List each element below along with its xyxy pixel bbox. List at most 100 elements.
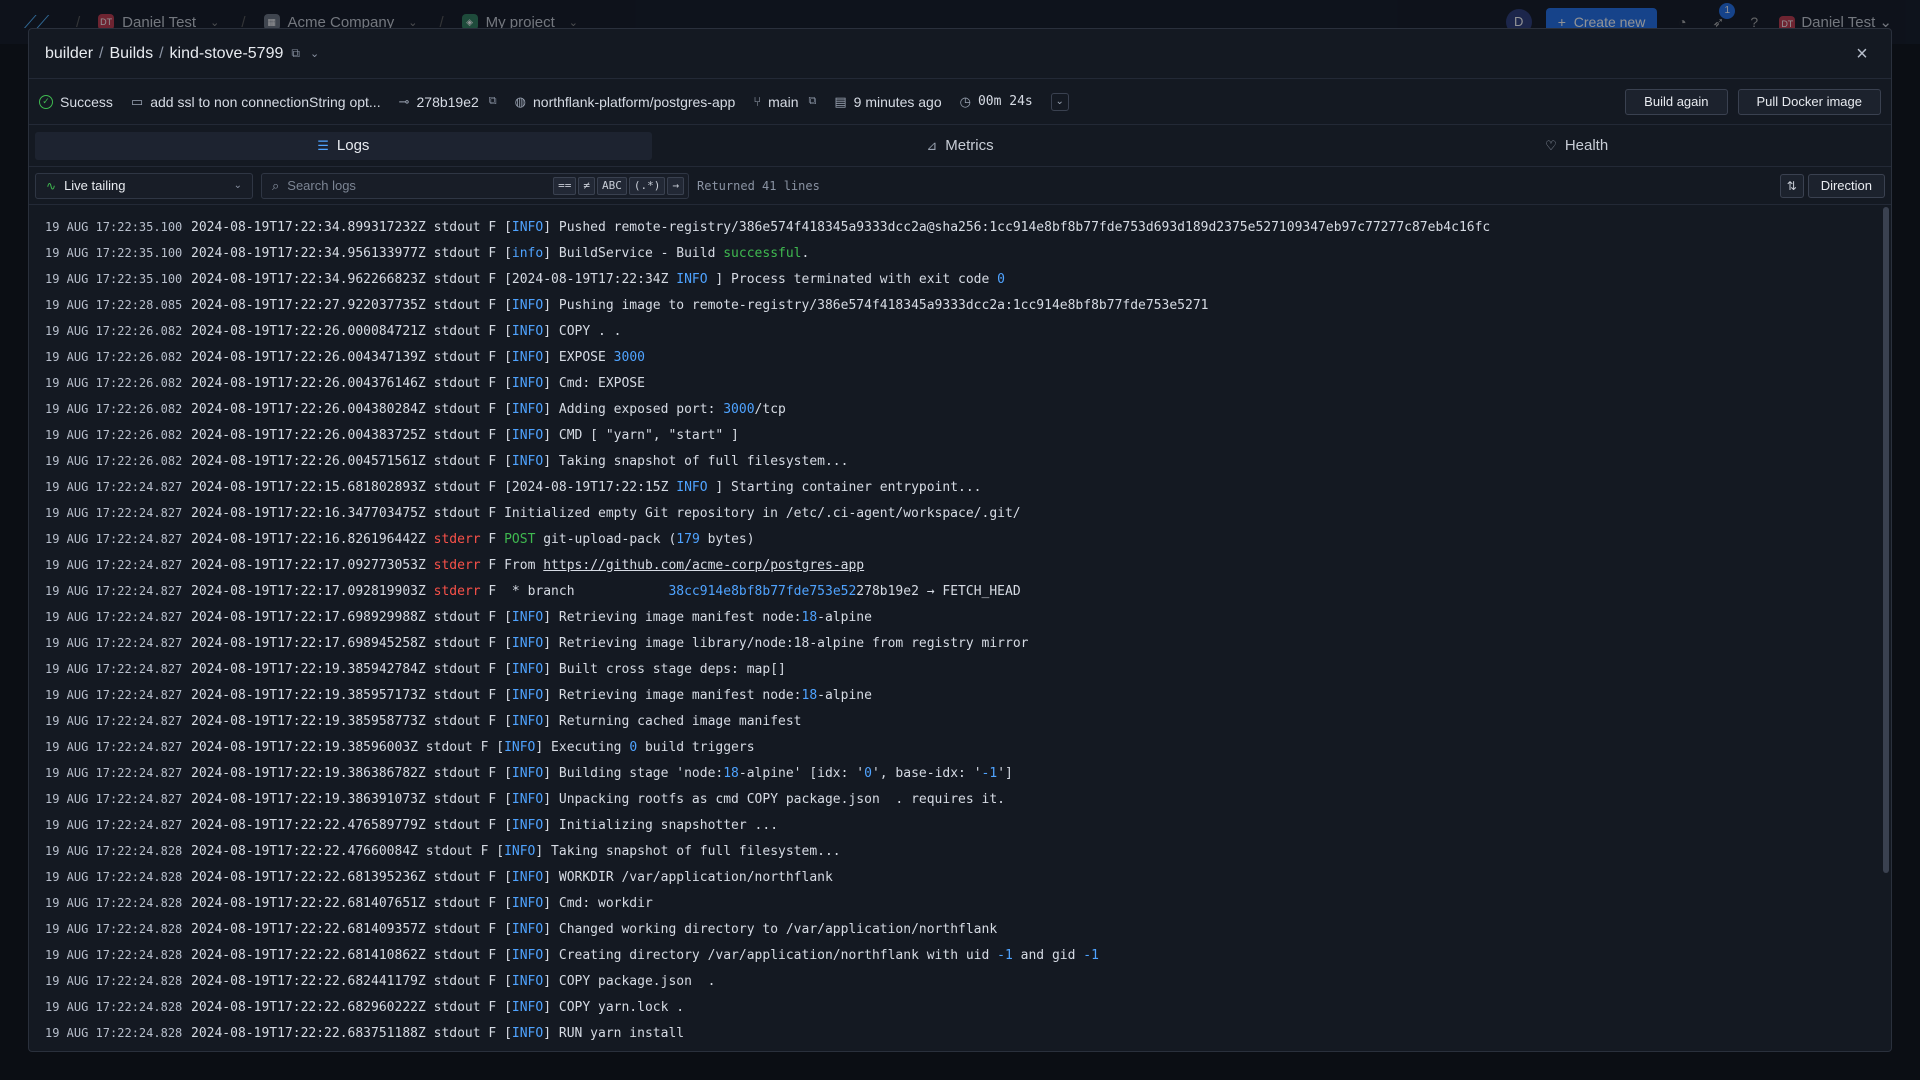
pull-docker-image-button[interactable]: Pull Docker image [1737,88,1881,115]
tab-health[interactable]: ♡ Health [1268,132,1885,160]
log-row: 19 AUG 17:22:24.827 2024-08-19T17:22:19.3… [29,656,1879,682]
log-text: 0 [629,739,638,755]
repository[interactable]: ◍ northflank-platform/postgres-app [515,94,736,110]
breadcrumb-builder[interactable]: builder [45,45,93,62]
log-output: 19 AUG 17:22:35.100 2024-08-19T17:22:34.8… [29,207,1879,1051]
log-text: 2024-08-19T17:22:26.004376146Z stdout F … [191,375,512,391]
tab-logs[interactable]: ☰ Logs [35,131,652,160]
log-text: stderr [433,557,481,573]
direction-button[interactable]: Direction [1807,173,1885,198]
log-row: 19 AUG 17:22:26.082 2024-08-19T17:22:26.0… [29,448,1879,474]
scrollbar[interactable] [1883,207,1889,873]
build-duration: ◷ 00m 24s [960,94,1033,110]
log-message: 2024-08-19T17:22:34.962266823Z stdout F … [191,272,1005,287]
tab-metrics-label: Metrics [945,137,994,154]
log-text: 38cc914e8bf8b77fde753e52 [668,583,857,599]
log-text: 2024-08-19T17:22:19.385958773Z stdout F … [191,713,512,729]
chevron-down-icon: ⌄ [210,16,220,29]
repository-text: northflank-platform/postgres-app [533,93,736,110]
log-timestamp: 19 AUG 17:22:24.827 [45,610,183,624]
log-text: 18 [801,609,818,625]
copy-icon[interactable]: ⧉ [809,95,817,108]
log-text: 179 [676,531,700,547]
log-text: ] Process terminated with exit code [707,271,998,287]
log-timestamp: 19 AUG 17:22:24.827 [45,792,183,806]
log-row: 19 AUG 17:22:24.827 2024-08-19T17:22:22.4… [29,812,1879,838]
log-text: ] COPY package.json . [543,973,716,989]
log-text: INFO [511,869,544,885]
log-text: 2024-08-19T17:22:34.956133977Z stdout F … [191,245,512,261]
regex-toggle[interactable]: (.*) [628,176,666,195]
log-timestamp: 19 AUG 17:22:26.082 [45,454,183,468]
breadcrumb: builder / Builds / kind-stove-5799 [45,45,283,63]
match-equal-toggle[interactable]: == [553,176,577,195]
arrow-right-icon[interactable]: → [667,176,684,195]
sort-icon[interactable]: ⇅ [1779,173,1804,198]
log-text: 2024-08-19T17:22:19.386386782Z stdout F … [191,765,512,781]
log-link[interactable]: https://github.com/acme-corp/postgres-ap… [543,558,864,573]
tab-metrics[interactable]: ⊿ Metrics [652,132,1269,160]
match-not-equal-toggle[interactable]: ≠ [578,176,595,195]
log-text: ] Pushing image to remote-registry/386e5… [543,297,1209,313]
calendar-icon: ▤ [834,93,847,109]
chevron-down-icon[interactable]: ⌄ [310,47,319,60]
log-text: 2024-08-19T17:22:22.681407651Z stdout F … [191,895,512,911]
log-text: ] Changed working directory to /var/appl… [543,921,998,937]
log-text: INFO [511,713,544,729]
breadcrumb-builds[interactable]: Builds [109,45,153,62]
log-text: stderr [433,531,481,547]
log-text: ] WORKDIR /var/application/northflank [543,869,833,885]
log-message: 2024-08-19T17:22:19.385957173Z stdout F … [191,688,872,703]
log-timestamp: 19 AUG 17:22:24.827 [45,740,183,754]
log-row: 19 AUG 17:22:26.082 2024-08-19T17:22:26.0… [29,318,1879,344]
search-input[interactable] [287,178,552,193]
log-row: 19 AUG 17:22:24.827 2024-08-19T17:22:19.3… [29,760,1879,786]
log-message: 2024-08-19T17:22:16.347703475Z stdout F … [191,506,1021,521]
expand-icon[interactable]: ⌄ [1050,92,1069,111]
log-text: 2024-08-19T17:22:26.004383725Z stdout F … [191,427,512,443]
comment-icon: ▭ [130,93,144,109]
log-timestamp: 19 AUG 17:22:24.828 [45,896,183,910]
log-text: ] Retrieving image library/node:18-alpin… [543,635,1029,651]
log-text: 2024-08-19T17:22:19.38596003Z stdout F [ [191,739,505,755]
log-text: 2024-08-19T17:22:22.681409357Z stdout F … [191,921,512,937]
breadcrumb-build-name: kind-stove-5799 [169,44,284,62]
log-text: INFO [511,817,544,833]
log-text: ] BuildService - Build [543,245,724,261]
log-message: 2024-08-19T17:22:17.092819903Z stderr F … [191,584,1021,599]
log-text: 2024-08-19T17:22:26.004380284Z stdout F … [191,401,512,417]
log-message: 2024-08-19T17:22:34.956133977Z stdout F … [191,246,809,261]
log-text: ] Pushed remote-registry/386e574f418345a… [543,219,1491,235]
logs-icon: ☰ [317,137,329,153]
log-timestamp: 19 AUG 17:22:24.828 [45,1026,183,1040]
log-timestamp: 19 AUG 17:22:26.082 [45,428,183,442]
log-text: -alpine [817,609,872,625]
log-text: 2024-08-19T17:22:16.826196442Z [191,531,434,547]
chevron-down-icon: ⌄ [233,180,242,191]
log-message: 2024-08-19T17:22:22.681409357Z stdout F … [191,922,997,937]
clock-icon: ◷ [959,93,971,109]
log-text: INFO [511,349,544,365]
log-text: F * branch [480,583,669,599]
log-row: 19 AUG 17:22:24.828 2024-08-19T17:22:22.6… [29,916,1879,942]
log-timestamp: 19 AUG 17:22:24.827 [45,662,183,676]
log-text: INFO [511,219,544,235]
build-again-button[interactable]: Build again [1625,88,1728,115]
copy-icon[interactable]: ⧉ [291,46,300,61]
commit-sha: ⊸ 278b19e2 ⧉ [399,94,497,110]
case-sensitive-toggle[interactable]: ABC [597,176,627,195]
live-tailing-dropdown[interactable]: ∿ Live tailing ⌄ [35,172,253,199]
log-timestamp: 19 AUG 17:22:35.100 [45,220,183,234]
log-text: 2024-08-19T17:22:19.385942784Z stdout F … [191,661,512,677]
chart-icon: ⊿ [926,137,938,153]
close-icon[interactable]: × [1849,41,1875,67]
log-timestamp: 19 AUG 17:22:24.828 [45,974,183,988]
log-text: 2024-08-19T17:22:27.922037735Z stdout F … [191,297,512,313]
log-message: 2024-08-19T17:22:16.826196442Z stderr F … [191,532,755,547]
log-text: -1 [1083,947,1099,963]
log-timestamp: 19 AUG 17:22:26.082 [45,324,183,338]
build-status: ✓ Success [39,94,113,110]
copy-icon[interactable]: ⧉ [489,95,497,108]
log-text: ] Adding exposed port: [543,401,724,417]
status-text: Success [60,93,113,110]
